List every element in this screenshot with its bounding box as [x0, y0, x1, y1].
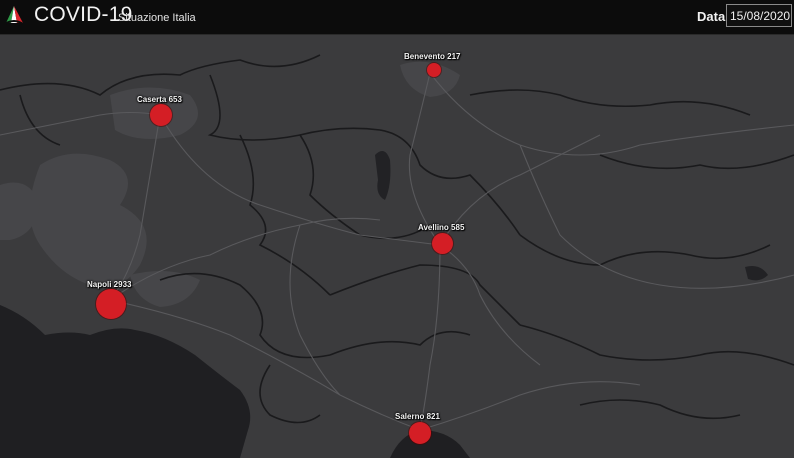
app-header: COVID-19 Situazione Italia Data — [0, 0, 794, 35]
map-view[interactable]: Benevento 217 Caserta 653 Avellino 585 N… — [0, 35, 794, 458]
app-subtitle: Situazione Italia — [118, 12, 196, 24]
italy-tricolor-logo-icon — [4, 6, 24, 25]
marker-label-caserta: Caserta 653 — [137, 95, 182, 104]
marker-label-benevento: Benevento 217 — [404, 52, 461, 61]
marker-salerno[interactable] — [409, 422, 431, 444]
marker-benevento[interactable] — [427, 63, 441, 77]
marker-label-avellino: Avellino 585 — [418, 223, 465, 232]
date-input[interactable] — [726, 4, 792, 27]
basemap — [0, 35, 794, 458]
date-label: Data — [697, 9, 726, 24]
marker-avellino[interactable] — [432, 233, 453, 254]
marker-label-salerno: Salerno 821 — [395, 412, 440, 421]
marker-label-napoli: Napoli 2933 — [87, 280, 132, 289]
marker-napoli[interactable] — [96, 289, 126, 319]
marker-caserta[interactable] — [150, 104, 172, 126]
